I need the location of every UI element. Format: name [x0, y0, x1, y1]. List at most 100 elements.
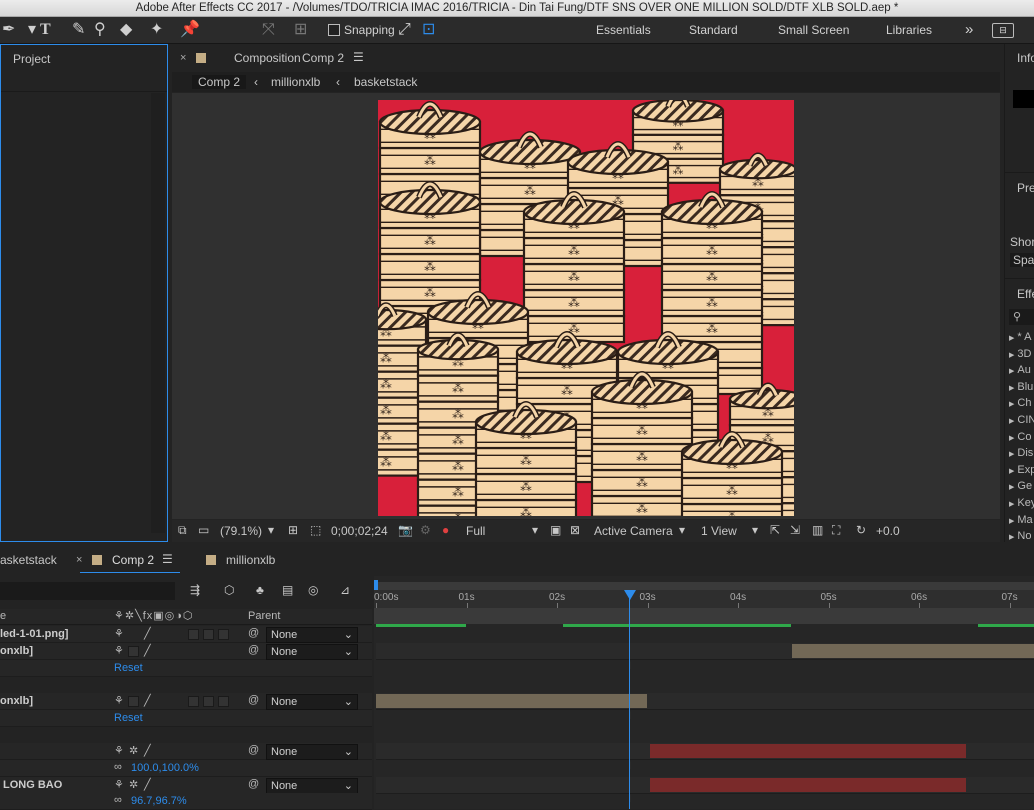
effects-category[interactable]: ▶ Key	[1009, 497, 1034, 509]
effects-search-input[interactable]: ⚲	[1009, 309, 1034, 325]
chevron-down-icon[interactable]: ▾	[679, 523, 685, 537]
pen-tool-icon[interactable]: ✒	[2, 17, 15, 43]
collapse-switch-icon[interactable]: ✲	[129, 778, 138, 791]
composition-mini-flowchart-icon[interactable]: ⇶	[190, 583, 200, 597]
constrain-proportions-icon[interactable]: ∞	[114, 761, 122, 773]
layer-track[interactable]	[376, 643, 1034, 660]
reset-button[interactable]: Reset	[114, 712, 143, 724]
effects-category[interactable]: ▶ No	[1009, 530, 1031, 542]
table-row[interactable]: onxlb] ⚘ ╱ @ None ⌄	[0, 693, 372, 710]
switch-box[interactable]	[188, 629, 199, 640]
layer-duration-bar[interactable]	[650, 778, 966, 792]
panel-menu-icon[interactable]: ☰	[162, 552, 173, 566]
motion-blur-icon[interactable]: ◎	[308, 583, 318, 597]
chevron-down-icon[interactable]: ▾	[752, 523, 758, 537]
draft-3d-icon[interactable]: ⬡	[224, 583, 234, 597]
resolution-select[interactable]: Full	[466, 524, 485, 538]
flowchart-icon[interactable]: ⛶	[832, 523, 840, 538]
camera-select[interactable]: Active Camera	[594, 524, 673, 538]
pick-whip-icon[interactable]: @	[248, 778, 259, 790]
effects-category[interactable]: ▶ Ch	[1009, 397, 1031, 409]
snap-icon[interactable]: ⤢	[398, 17, 411, 43]
switch-box[interactable]	[188, 696, 199, 707]
collapse-switch-icon[interactable]: ✲	[129, 744, 138, 757]
frame-blending-icon[interactable]: ▤	[282, 583, 293, 597]
reset-button[interactable]: Reset	[114, 662, 143, 674]
shy-switch-icon[interactable]: ⚘	[114, 778, 124, 791]
workspace-essentials[interactable]: Essentials	[596, 17, 651, 43]
type-tool-icon[interactable]: T	[40, 17, 51, 43]
breadcrumb-millionxlb[interactable]: millionxlb	[271, 75, 320, 89]
show-snapshot-icon[interactable]: ⚙	[420, 523, 431, 537]
composition-name[interactable]: Comp 2	[302, 51, 344, 65]
quality-switch-icon[interactable]: ╱	[144, 778, 151, 791]
workspace-libraries[interactable]: Libraries	[886, 17, 932, 43]
shortcut-select[interactable]: Spa	[1010, 253, 1034, 267]
effects-category[interactable]: ▶ Dis	[1009, 447, 1033, 459]
pick-whip-icon[interactable]: @	[248, 694, 259, 706]
layer-duration-bar[interactable]	[650, 744, 966, 758]
graph-editor-icon[interactable]: ⊿	[340, 583, 350, 597]
table-row[interactable]: led-1-01.png] ⚘ ╱ @ None ⌄	[0, 626, 372, 643]
fast-previews-icon[interactable]: ⇲	[790, 523, 800, 537]
timeline-icon[interactable]: ▥	[812, 523, 823, 537]
shy-switch-icon[interactable]: ⚘	[114, 694, 124, 707]
view-layout-select[interactable]: 1 View	[701, 524, 737, 538]
shy-switch-icon[interactable]: ⚘	[114, 744, 124, 757]
table-row[interactable]: ⚘ ✲ ╱ @ None ⌄	[0, 743, 372, 760]
camera-snapshot-icon[interactable]: 📷	[398, 523, 413, 537]
color-channels-icon[interactable]: ●	[442, 523, 449, 537]
table-row[interactable]: LONG BAO ⚘ ✲ ╱ @ None ⌄	[0, 777, 372, 794]
close-icon[interactable]: ×	[180, 52, 186, 64]
mask-icon[interactable]: ⬚	[310, 523, 321, 537]
tab-basketstack[interactable]: asketstack	[0, 553, 57, 567]
effects-category[interactable]: ▶ Ge	[1009, 480, 1032, 492]
pick-whip-icon[interactable]: @	[248, 744, 259, 756]
work-area-bar[interactable]	[374, 582, 1034, 590]
reset-exposure-icon[interactable]: ↻	[856, 523, 866, 537]
shy-switch-icon[interactable]: ⚘	[114, 627, 124, 640]
pick-whip-icon[interactable]: @	[248, 644, 259, 656]
effects-category[interactable]: ▶ Exp	[1009, 464, 1034, 476]
chevron-down-icon[interactable]: ▾	[532, 523, 538, 537]
more-workspaces-button[interactable]: »	[965, 17, 973, 43]
quality-switch-icon[interactable]: ╱	[144, 744, 151, 757]
tab-comp-2[interactable]: Comp 2	[112, 553, 154, 567]
close-icon[interactable]: ×	[76, 554, 82, 566]
snap-target-icon[interactable]: ⊡	[422, 17, 435, 43]
shy-layers-icon[interactable]: ♣	[256, 583, 264, 597]
layer-duration-bar[interactable]	[376, 694, 647, 708]
clone-stamp-tool-icon[interactable]: ⚲	[94, 17, 106, 43]
zoom-value[interactable]: (79.1%)	[220, 524, 262, 538]
chevron-down-icon[interactable]: ▾	[268, 523, 274, 537]
switch-box[interactable]	[128, 646, 139, 657]
current-time-indicator[interactable]	[624, 590, 637, 809]
composition-canvas[interactable]: ⁂⁂⁂⁂⁂⁂⁂⁂⁂⁂⁂⁂⁂⁂⁂⁂⁂⁂⁂⁂⁂⁂⁂⁂⁂⁂⁂⁂⁂⁂⁂⁂⁂⁂⁂⁂⁂⁂⁂⁂…	[378, 100, 794, 516]
toggle-pixel-aspect-icon[interactable]: ⇱	[770, 523, 780, 537]
always-preview-icon[interactable]: ⧉	[178, 523, 187, 538]
workspace-standard[interactable]: Standard	[689, 17, 738, 43]
quality-switch-icon[interactable]: ╱	[144, 694, 151, 707]
workspace-menu-icon[interactable]: ⊟	[992, 23, 1014, 38]
quality-switch-icon[interactable]: ╱	[144, 644, 151, 657]
pick-whip-icon[interactable]: @	[248, 627, 259, 639]
parent-select[interactable]: None ⌄	[266, 627, 358, 643]
eraser-tool-icon[interactable]: ◆	[120, 17, 132, 43]
playhead-handle[interactable]	[624, 590, 637, 600]
panel-menu-icon[interactable]: ☰	[353, 50, 364, 64]
table-row[interactable]: onxlb] ⚘ ╱ @ None ⌄	[0, 643, 372, 660]
layer-track[interactable]	[376, 777, 1034, 794]
switch-box[interactable]	[203, 696, 214, 707]
timecode[interactable]: 0;00;02;24	[331, 524, 388, 538]
layer-track[interactable]	[376, 743, 1034, 760]
roto-brush-tool-icon[interactable]: ✦	[150, 17, 163, 43]
brush-tool-icon[interactable]: ✎	[72, 17, 85, 43]
parent-select[interactable]: None ⌄	[266, 694, 358, 710]
switch-box[interactable]	[203, 629, 214, 640]
constrain-proportions-icon[interactable]: ∞	[114, 794, 122, 806]
axis-tool-icon[interactable]: ⤧	[262, 17, 275, 43]
world-axis-icon[interactable]: ⊞	[294, 17, 307, 43]
switch-box[interactable]	[218, 696, 229, 707]
effects-category[interactable]: ▶ Au	[1009, 364, 1031, 376]
snapping-checkbox[interactable]	[328, 24, 340, 36]
